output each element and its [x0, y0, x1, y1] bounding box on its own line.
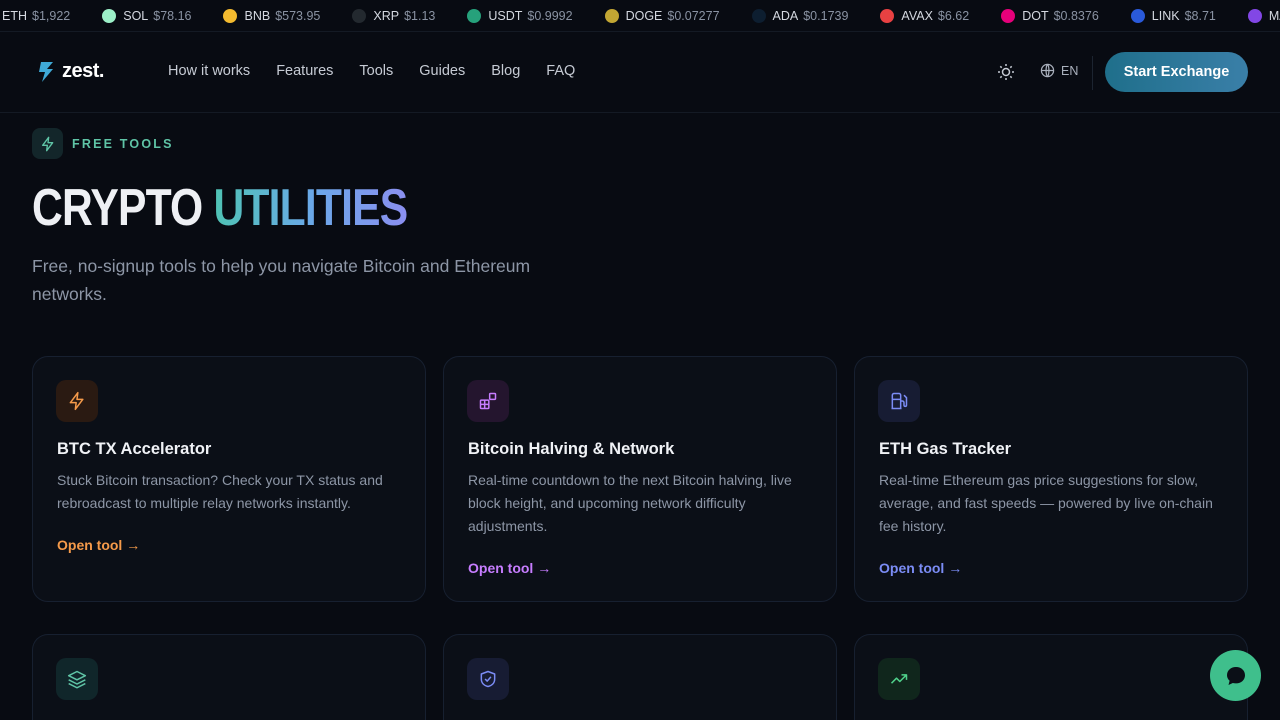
- tool-card-description: Stuck Bitcoin transaction? Check your TX…: [57, 472, 383, 511]
- tool-card[interactable]: [443, 634, 837, 720]
- theme-toggle-sun-icon[interactable]: [997, 63, 1015, 86]
- main-nav: How it works Features Tools Guides Blog …: [168, 63, 601, 79]
- open-tool-link[interactable]: Open tool →: [468, 560, 551, 576]
- ticker-price: $8.71: [1184, 8, 1216, 23]
- ticker-symbol: ADA: [772, 8, 799, 23]
- ticker-item: SOL $78.16: [102, 8, 192, 23]
- ticker-item: LINK $8.71: [1130, 8, 1216, 23]
- fuel-icon: [878, 380, 920, 422]
- ticker-item: AVAX $6.62: [880, 8, 970, 23]
- tool-card-btc-accelerator[interactable]: BTC TX Accelerator Stuck Bitcoin transac…: [32, 356, 426, 602]
- tool-card-title: BTC TX Accelerator: [57, 440, 212, 458]
- trending-up-icon: [878, 658, 920, 700]
- bolt-icon: [32, 128, 63, 159]
- language-label: EN: [1061, 63, 1079, 78]
- xrp-coin-icon: [352, 8, 367, 23]
- chat-button[interactable]: [1210, 650, 1261, 701]
- page-title: CRYPTO UTILITIES: [32, 178, 408, 238]
- nav-blog[interactable]: Blog: [491, 63, 520, 79]
- ticker-symbol: AVAX: [901, 8, 933, 23]
- tool-card-eth-gas[interactable]: ETH Gas Tracker Real-time Ethereum gas p…: [854, 356, 1248, 602]
- ticker-item: ADA $0.1739: [751, 8, 849, 23]
- ticker-symbol: BNB: [244, 8, 271, 23]
- nav-features[interactable]: Features: [276, 63, 333, 79]
- free-tools-badge: FREE TOOLS: [32, 128, 174, 159]
- bolt-icon: [56, 380, 98, 422]
- ticker-price: $1.13: [404, 8, 436, 23]
- start-exchange-button[interactable]: Start Exchange: [1105, 52, 1248, 92]
- ticker-symbol: ETH: [2, 8, 27, 23]
- tool-card[interactable]: [32, 634, 426, 720]
- tool-card-title: ETH Gas Tracker: [879, 440, 1012, 458]
- ticker-symbol: XRP: [373, 8, 400, 23]
- price-ticker: ETH $1,922 SOL $78.16 BNB $573.95 XRP $1.13 USDT…: [0, 0, 1280, 32]
- ticker-item: MAT: [1247, 8, 1280, 23]
- ada-coin-icon: [751, 8, 766, 23]
- ticker-price: $0.1739: [803, 8, 849, 23]
- doge-coin-icon: [604, 8, 619, 23]
- layers-icon: [56, 658, 98, 700]
- ticker-price: $6.62: [937, 8, 970, 23]
- mat-coin-icon: [1247, 8, 1262, 23]
- shield-check-icon: [467, 658, 509, 700]
- avax-coin-icon: [880, 8, 895, 23]
- tool-card-description: Real-time countdown to the next Bitcoin …: [468, 472, 792, 534]
- title-part-2: UTILITIES: [213, 179, 408, 237]
- ticker-item: XRP $1.13: [352, 8, 436, 23]
- open-tool-link[interactable]: Open tool →: [879, 560, 962, 576]
- header-divider: [1092, 56, 1093, 90]
- ticker-item: DOGE $0.07277: [604, 8, 720, 23]
- usdt-coin-icon: [467, 8, 482, 23]
- site-header: zest. How it works Features Tools Guides…: [0, 32, 1280, 113]
- language-selector[interactable]: EN: [1040, 63, 1078, 78]
- nav-faq[interactable]: FAQ: [546, 63, 575, 79]
- tool-card[interactable]: [854, 634, 1248, 720]
- bnb-coin-icon: [223, 8, 238, 23]
- ticker-price: $573.95: [275, 8, 321, 23]
- ticker-item: DOT $0.8376: [1001, 8, 1099, 23]
- tool-card-title: Bitcoin Halving & Network: [468, 440, 675, 458]
- link-coin-icon: [1130, 8, 1145, 23]
- sol-coin-icon: [102, 8, 117, 23]
- tool-card-description: Real-time Ethereum gas price suggestions…: [879, 472, 1213, 534]
- ticker-item: USDT $0.9992: [467, 8, 573, 23]
- ticker-price: $0.8376: [1053, 8, 1099, 23]
- ticker-price: $0.9992: [527, 8, 573, 23]
- open-tool-link[interactable]: Open tool →: [57, 537, 140, 553]
- logo[interactable]: zest.: [38, 60, 104, 83]
- ticker-symbol: DOT: [1022, 8, 1049, 23]
- title-part-1: CRYPTO: [32, 179, 214, 237]
- page-subtitle: Free, no-signup tools to help you naviga…: [32, 256, 531, 304]
- logo-text: zest.: [62, 60, 104, 82]
- ticker-item: BNB $573.95: [223, 8, 321, 23]
- nav-guides[interactable]: Guides: [419, 63, 465, 79]
- chat-bubble-icon: [1226, 666, 1245, 685]
- dot-coin-icon: [1001, 8, 1016, 23]
- blocks-icon: [467, 380, 509, 422]
- ticker-price: $1,922: [32, 8, 71, 23]
- ticker-symbol: DOGE: [625, 8, 663, 23]
- nav-tools[interactable]: Tools: [359, 63, 393, 79]
- ticker-price: $0.07277: [667, 8, 720, 23]
- ticker-symbol: SOL: [123, 8, 149, 23]
- ticker-symbol: LINK: [1151, 8, 1180, 23]
- ticker-symbol: USDT: [488, 8, 523, 23]
- globe-icon: [1040, 63, 1055, 78]
- ticker-item: ETH $1,922: [2, 9, 70, 23]
- logo-bolt-icon: [39, 61, 53, 82]
- badge-label: FREE TOOLS: [72, 136, 174, 151]
- nav-how-it-works[interactable]: How it works: [168, 63, 250, 79]
- ticker-symbol: MAT: [1268, 8, 1280, 23]
- tool-card-bitcoin-halving[interactable]: Bitcoin Halving & Network Real-time coun…: [443, 356, 837, 602]
- ticker-price: $78.16: [153, 8, 192, 23]
